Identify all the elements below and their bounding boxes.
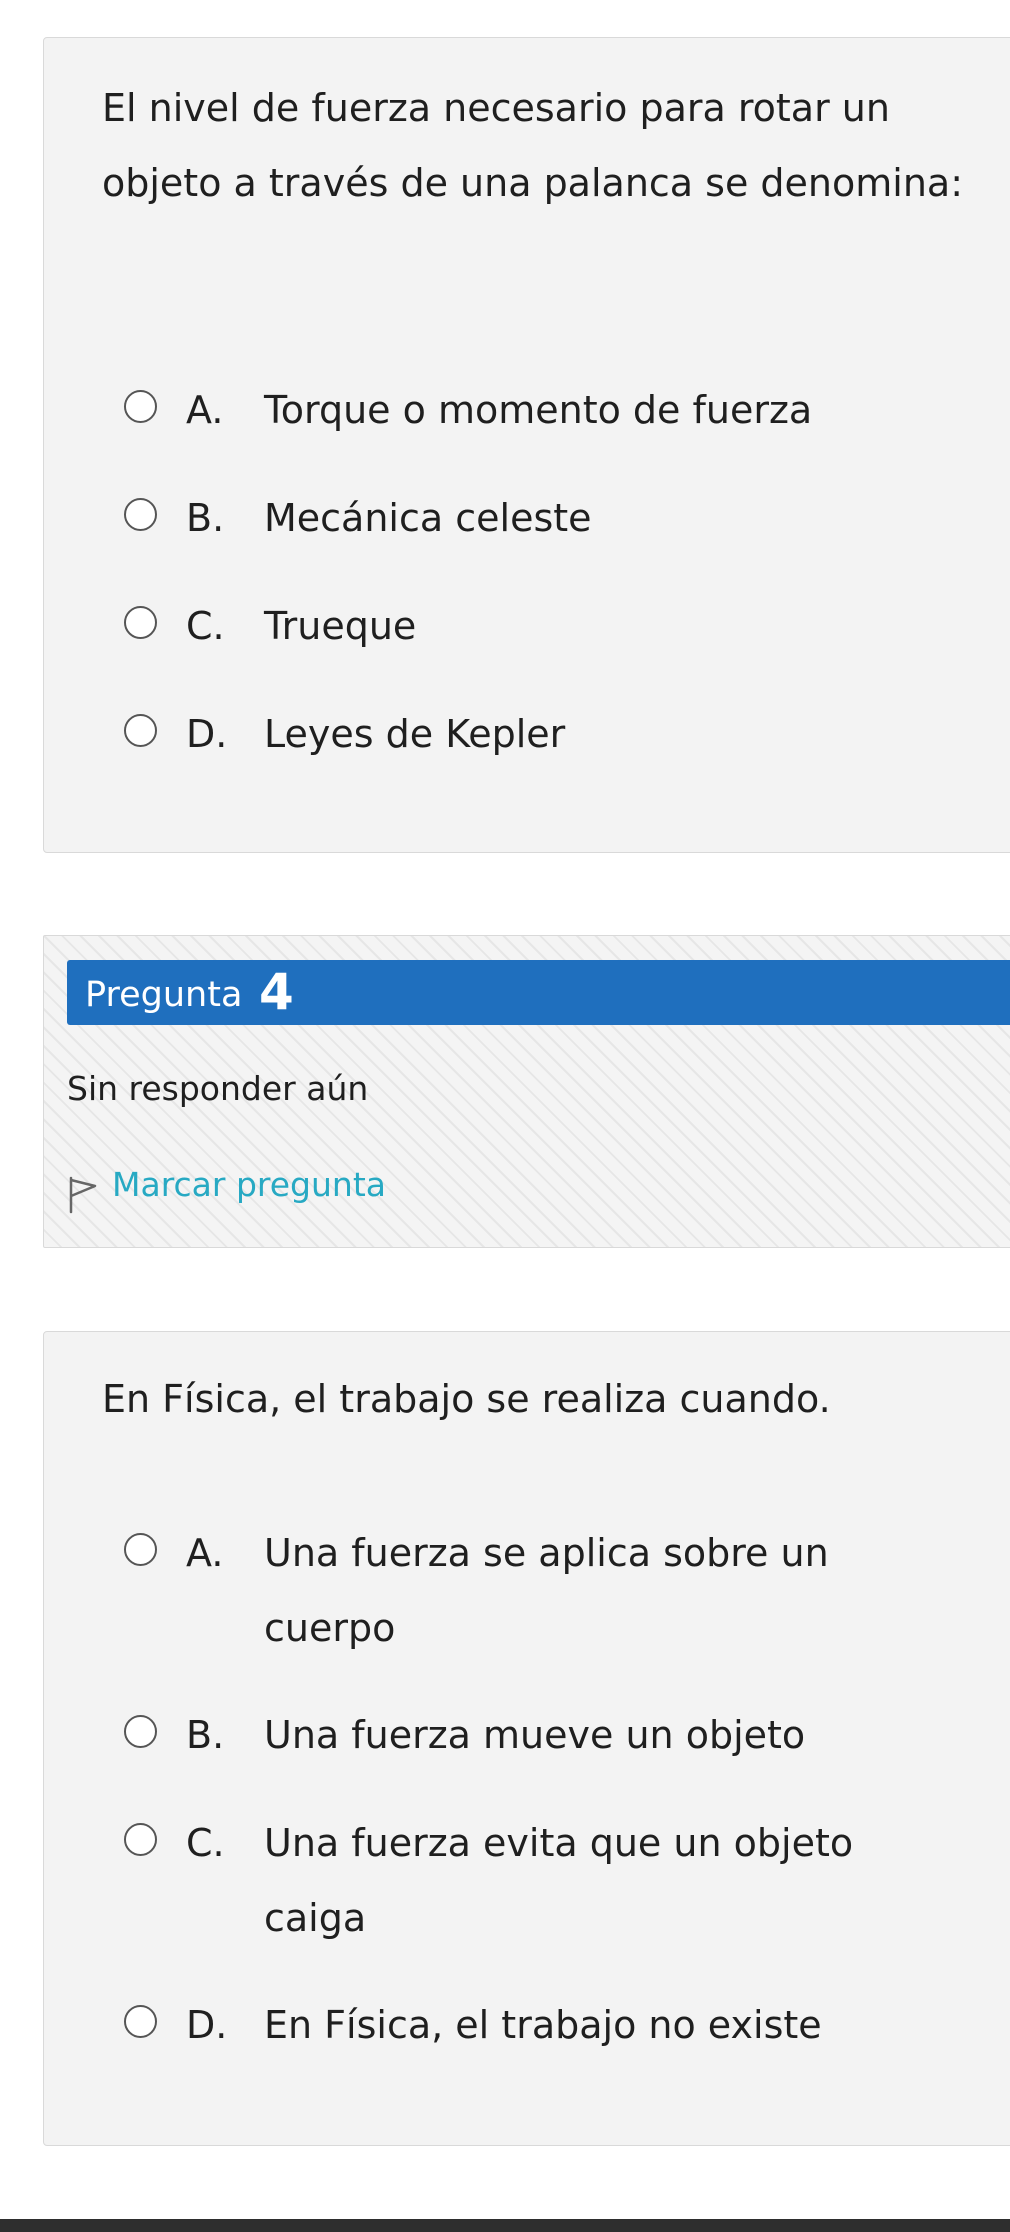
flag-question-link[interactable]: Marcar pregunta bbox=[67, 1160, 387, 1220]
question-number-header: Pregunta 4 bbox=[67, 960, 1010, 1025]
answer-text: Una fuerza se aplica sobre un cuerpo bbox=[264, 1531, 829, 1650]
radio-button[interactable] bbox=[124, 1823, 157, 1856]
flag-outline-icon bbox=[69, 1176, 97, 1214]
radio-button[interactable] bbox=[124, 1533, 157, 1566]
answer-text: Leyes de Kepler bbox=[264, 712, 566, 756]
answer-text: Mecánica celeste bbox=[264, 496, 592, 540]
answer-letter: B. bbox=[186, 1713, 225, 1757]
radio-button[interactable] bbox=[124, 498, 157, 531]
radio-button[interactable] bbox=[124, 390, 157, 423]
radio-button[interactable] bbox=[124, 1715, 157, 1748]
answer-letter: A. bbox=[186, 1531, 224, 1575]
question-3-content: El nivel de fuerza necesario para rotar … bbox=[43, 37, 1010, 853]
question-state: Sin responder aún bbox=[67, 1069, 369, 1108]
question-4-info: Pregunta 4 Sin responder aún Marcar preg… bbox=[43, 935, 1010, 1248]
radio-button[interactable] bbox=[124, 606, 157, 639]
answer-letter: C. bbox=[186, 1821, 225, 1865]
answer-letter: B. bbox=[186, 496, 225, 540]
question-number: 4 bbox=[259, 963, 294, 1021]
answer-letter: A. bbox=[186, 388, 224, 432]
answer-text: Torque o momento de fuerza bbox=[264, 388, 813, 432]
footer-bar bbox=[0, 2219, 1010, 2232]
radio-button[interactable] bbox=[124, 2005, 157, 2038]
question-label: Pregunta bbox=[85, 975, 243, 1015]
question-4-content: En Física, el trabajo se realiza cuando.… bbox=[43, 1331, 1010, 2146]
answer-text: Una fuerza evita que un objeto caiga bbox=[264, 1821, 854, 1940]
question-3-answers: A. Torque o momento de fuerza B. Mecánic… bbox=[44, 38, 1010, 852]
question-4-answers: A. Una fuerza se aplica sobre un cuerpo … bbox=[44, 1332, 1010, 2145]
answer-text: En Física, el trabajo no existe bbox=[264, 2003, 822, 2047]
flag-question-label[interactable]: Marcar pregunta bbox=[112, 1160, 386, 1210]
answer-letter: D. bbox=[186, 2003, 228, 2047]
answer-text: Una fuerza mueve un objeto bbox=[264, 1713, 806, 1757]
radio-button[interactable] bbox=[124, 714, 157, 747]
answer-letter: C. bbox=[186, 604, 225, 648]
answer-text: Trueque bbox=[264, 604, 417, 648]
answer-letter: D. bbox=[186, 712, 228, 756]
